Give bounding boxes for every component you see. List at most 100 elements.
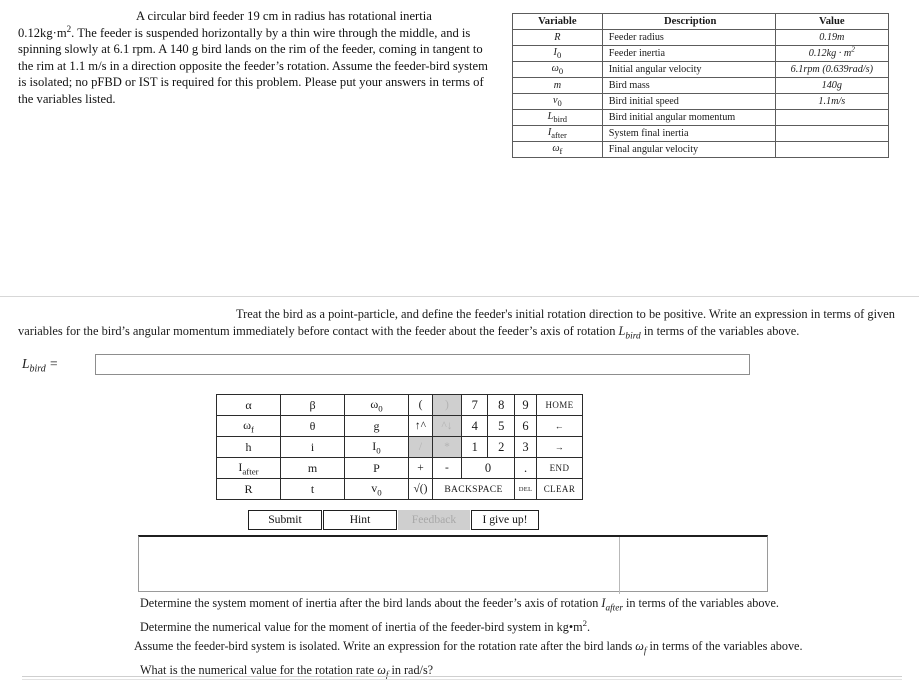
- keypad-number-key[interactable]: 6: [514, 415, 537, 437]
- keypad-variable-key[interactable]: P: [344, 457, 409, 479]
- keypad-nav-key[interactable]: END: [536, 457, 583, 479]
- page-bottom-divider: [22, 676, 902, 677]
- keypad-number-key[interactable]: 1: [460, 436, 489, 458]
- keypad-nav-key[interactable]: ←: [536, 415, 583, 437]
- variable-table-row: Lbird Bird initial angular momentum: [512, 109, 890, 127]
- variable-symbol: ω0: [512, 61, 603, 79]
- variable-symbol: ωf: [512, 141, 603, 159]
- keypad-backspace-key[interactable]: BACKSPACE: [432, 478, 515, 500]
- variable-table-header-row: Variable Description Value: [512, 13, 890, 30]
- part-a-prompt: Treat the bird as a point-particle, and …: [18, 306, 901, 345]
- keypad-operator-key: ^↓: [432, 415, 462, 437]
- variable-value: 0.12kg · m2: [774, 44, 890, 63]
- keypad-number-key[interactable]: 5: [487, 415, 515, 437]
- problem-statement: A circular bird feeder 19 cm in radius h…: [18, 8, 488, 108]
- variable-table-row: R Feeder radius 0.19m: [512, 29, 890, 46]
- keypad-clear-key[interactable]: CLEAR: [536, 478, 583, 500]
- keypad-number-key[interactable]: 2: [487, 436, 515, 458]
- page-bottom-divider2: [22, 679, 902, 680]
- keypad-operator-key: *: [432, 436, 462, 458]
- variable-value: 6.1rpm (0.639rad/s): [774, 61, 890, 79]
- keypad-key-base: ω: [243, 417, 251, 432]
- variable-description: Bird initial angular momentum: [601, 109, 776, 127]
- variable-value: [774, 109, 890, 127]
- keypad-row: h i I0/* 1 2 3 →: [216, 436, 583, 458]
- keypad-key-subscript: 0: [376, 445, 381, 456]
- keypad-variable-key[interactable]: α: [216, 394, 281, 416]
- variable-symbol-subscript: 0: [557, 98, 562, 109]
- keypad-nav-key[interactable]: HOME: [536, 394, 583, 416]
- variable-description: Bird initial speed: [601, 93, 776, 111]
- keypad-variable-key[interactable]: h: [216, 436, 281, 458]
- keypad-key-base: i: [310, 439, 315, 454]
- keypad-number-key[interactable]: 3: [514, 436, 537, 458]
- header-description: Description: [601, 13, 776, 30]
- keypad-number-key-zero[interactable]: 0: [460, 457, 516, 479]
- keypad-row: ωf θ g ↑^ ^↓ 4 5 6 ←: [216, 415, 583, 437]
- variable-description: System final inertia: [601, 125, 776, 143]
- keypad-delete-key[interactable]: DEL: [514, 478, 537, 500]
- submit-button[interactable]: Submit: [248, 510, 322, 530]
- keypad-decimal-key[interactable]: .: [514, 457, 537, 479]
- variable-table-row: ωf Final angular velocity: [512, 141, 890, 159]
- keypad-operator-key[interactable]: +: [408, 457, 433, 479]
- variable-table: Variable Description Value R Feeder radiu…: [512, 13, 890, 159]
- variable-value: 0.19m: [774, 29, 890, 46]
- section-divider-top: [0, 296, 919, 297]
- keypad-variable-key[interactable]: I0: [344, 436, 409, 458]
- keypad-variable-key[interactable]: m: [280, 457, 345, 479]
- variable-description: Feeder radius: [601, 29, 776, 46]
- lower-panel-divider: [619, 537, 620, 594]
- keypad-variable-key[interactable]: t: [280, 478, 345, 500]
- keypad-key-base: h: [245, 439, 252, 454]
- keypad-variable-key[interactable]: i: [280, 436, 345, 458]
- variable-symbol-subscript: 0: [556, 50, 562, 61]
- keypad-number-key[interactable]: 9: [514, 394, 537, 416]
- variable-description: Bird mass: [601, 77, 776, 95]
- keypad-variable-key[interactable]: R: [216, 478, 281, 500]
- answer-label-sub: bird: [29, 363, 46, 375]
- keypad-variable-key[interactable]: β: [280, 394, 345, 416]
- keypad-variable-key[interactable]: ωf: [216, 415, 281, 437]
- variable-symbol: m: [512, 77, 603, 95]
- part-a-prompt-continuation: variables for the bird’s angular momentu…: [18, 324, 800, 342]
- keypad-variable-key[interactable]: g: [344, 415, 409, 437]
- variable-symbol-base: R: [554, 32, 561, 43]
- keypad-variable-key[interactable]: θ: [280, 415, 345, 437]
- keypad-number-key[interactable]: 4: [460, 415, 489, 437]
- keypad-operator-key[interactable]: -: [432, 457, 462, 479]
- part-a-prompt-lead: Treat the bird as a point-particle, and …: [236, 307, 895, 321]
- answer-label-equals: =: [45, 356, 59, 371]
- variable-symbol: v0: [512, 93, 603, 111]
- keypad-key-base: θ: [309, 418, 316, 433]
- keypad-number-key[interactable]: 8: [487, 394, 515, 416]
- variable-description: Final angular velocity: [601, 141, 776, 159]
- feedback-button: Feedback: [398, 510, 470, 530]
- question-item: What is the numerical value for the rota…: [140, 662, 434, 681]
- variable-table-row: v0 Bird initial speed 1.1m/s: [512, 93, 890, 111]
- problem-statement-lead: A circular bird feeder 19 cm in radius h…: [136, 9, 432, 23]
- variable-table-row: ω0 Initial angular velocity 6.1rpm (0.639r…: [512, 61, 890, 79]
- variable-symbol: R: [512, 29, 603, 46]
- header-variable: Variable: [512, 13, 603, 30]
- keypad-nav-key[interactable]: →: [536, 436, 583, 458]
- question-item: Determine the system moment of inertia a…: [140, 596, 779, 614]
- keypad-row: Iafter m P + -0. END: [216, 457, 583, 479]
- answer-field-label: Lbird =: [22, 356, 58, 375]
- keypad-variable-key[interactable]: Iafter: [216, 457, 281, 479]
- keypad-operator-key: /: [408, 436, 433, 458]
- keypad-number-key[interactable]: 7: [460, 394, 489, 416]
- hint-button[interactable]: Hint: [323, 510, 397, 530]
- keypad-variable-key[interactable]: ω0: [344, 394, 409, 416]
- variable-description: Feeder inertia: [601, 44, 776, 63]
- keypad-key-base: m: [307, 460, 318, 475]
- variable-symbol-subscript: 0: [558, 66, 564, 77]
- keypad-sqrt-key[interactable]: √(): [408, 478, 433, 500]
- give-up-button[interactable]: I give up!: [471, 510, 539, 530]
- keypad-row: α β ω0() 7 8 9 HOME: [216, 394, 583, 416]
- keypad-operator-key[interactable]: ↑^: [408, 415, 433, 437]
- keypad-operator-key[interactable]: (: [408, 394, 433, 416]
- keypad-variable-key[interactable]: v0: [344, 478, 409, 500]
- answer-input[interactable]: [95, 354, 750, 375]
- expression-keypad[interactable]: α β ω0() 7 8 9 HOME ωf θ g ↑^ ^↓ 4 5 6 ← h i I0/* 1 2 3 → Iafte…: [216, 394, 583, 500]
